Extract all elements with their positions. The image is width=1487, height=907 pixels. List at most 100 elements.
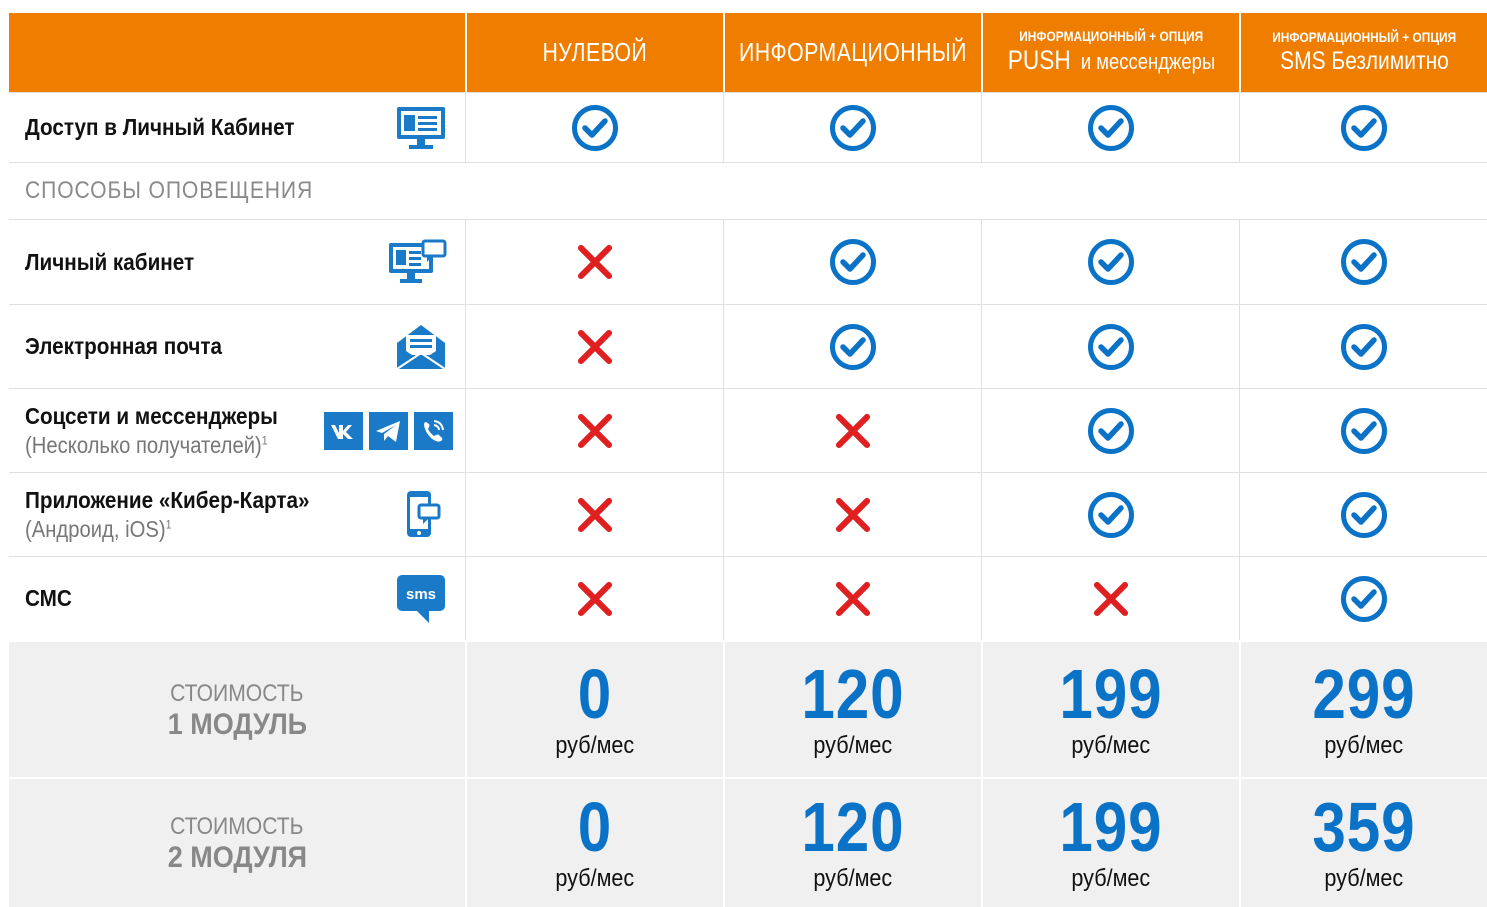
row-sms-cell (1239, 556, 1487, 640)
price-value: 120 (801, 654, 905, 733)
check-icon (1340, 575, 1387, 622)
comparison-table: НУЛЕВОЙ ИНФОРМАЦИОННЫЙ ИНФОРМАЦИОННЫЙ + … (9, 13, 1487, 907)
cross-icon (577, 413, 612, 448)
check-icon (1340, 239, 1387, 285)
sms-icon: sms (397, 574, 445, 623)
row-social-sublabel: (Несколько получателей) (25, 431, 262, 458)
header-col-push-title: PUSH (1007, 44, 1071, 75)
price-cell: 0 руб/мес (465, 777, 723, 907)
price-cell: 199 руб/мес (981, 640, 1239, 777)
price-value: 359 (1312, 788, 1416, 866)
cross-icon (577, 581, 612, 616)
check-icon (1087, 239, 1134, 285)
cross-icon (835, 581, 870, 616)
telegram-icon (369, 411, 408, 450)
row-social-label: Соцсети и мессенджеры (25, 402, 278, 429)
row-email-cell (465, 304, 723, 388)
row-app-cell (465, 472, 723, 556)
header-col-info: ИНФОРМАЦИОННЫЙ (723, 13, 981, 92)
row-cabinet-label-cell: Личный кабинет (9, 219, 465, 304)
row-cabinet-cell (981, 219, 1239, 304)
price-unit: руб/мес (555, 731, 635, 759)
row-access-label-cell: Доступ в Личный Кабинет (9, 92, 465, 162)
phone-chat-icon (407, 490, 441, 537)
cross-icon (835, 497, 870, 532)
price-cell: 199 руб/мес (981, 777, 1239, 907)
row-access-cell (465, 92, 723, 162)
price-unit: руб/мес (1071, 731, 1151, 759)
cross-icon (577, 497, 612, 532)
price-label-title: СТОИМОСТЬ (170, 813, 304, 840)
price-value: 120 (801, 788, 905, 866)
price-value: 0 (577, 654, 613, 733)
row-cabinet-cell (465, 219, 723, 304)
row-sms-label: СМС (25, 585, 72, 611)
check-icon (1087, 323, 1134, 370)
header-col-sms-title: SMS Безлимитно (1279, 46, 1449, 75)
row-app-cell (1239, 472, 1487, 556)
row-email-label: Электронная почта (25, 333, 223, 359)
row-email-label-cell: Электронная почта (9, 304, 465, 388)
cross-icon (577, 329, 612, 364)
price-unit: руб/мес (1071, 865, 1151, 892)
price-cell: 299 руб/мес (1239, 640, 1487, 777)
header-col-zero-title: НУЛЕВОЙ (542, 37, 648, 67)
price-value: 199 (1059, 788, 1163, 866)
row-cabinet-cell (1239, 219, 1487, 304)
cross-icon (835, 413, 870, 448)
footnote-marker: 1 (165, 516, 172, 531)
check-icon (1087, 491, 1134, 538)
price-value: 199 (1059, 654, 1163, 733)
row-access-cell (723, 92, 981, 162)
price-cell: 359 руб/мес (1239, 777, 1487, 907)
row-access-label: Доступ в Личный Кабинет (25, 114, 295, 140)
monitor-chat-icon (389, 239, 447, 283)
envelope-icon (396, 324, 446, 370)
row-sms-cell (723, 556, 981, 640)
row-cabinet-cell (723, 219, 981, 304)
price-unit: руб/мес (1324, 731, 1404, 759)
price-cell: 120 руб/мес (723, 640, 981, 777)
price-module2-label-cell: СТОИМОСТЬ 2 МОДУЛЯ (9, 777, 465, 907)
row-app-label: Приложение «Кибер-Карта» (25, 486, 310, 513)
header-col-zero: НУЛЕВОЙ (465, 13, 723, 92)
row-social-cell (1239, 388, 1487, 472)
header-col-push-tail: и мессенджеры (1080, 48, 1215, 74)
cross-icon (1093, 581, 1128, 616)
row-email-cell (723, 304, 981, 388)
check-icon (571, 104, 618, 151)
header-col-push-subtitle: ИНФОРМАЦИОННЫЙ + ОПЦИЯ (1019, 27, 1203, 44)
row-access-cell (981, 92, 1239, 162)
price-cell: 120 руб/мес (723, 777, 981, 907)
check-icon (1340, 407, 1387, 454)
row-app-cell (723, 472, 981, 556)
price-label-module: 2 МОДУЛЯ (167, 841, 307, 874)
monitor-id-card-icon (397, 106, 445, 149)
row-social-cell (723, 388, 981, 472)
row-cabinet-label: Личный кабинет (25, 248, 195, 275)
section-notification-methods: СПОСОБЫ ОПОВЕЩЕНИЯ (9, 162, 1487, 219)
price-unit: руб/мес (813, 865, 893, 892)
price-unit: руб/мес (555, 865, 635, 892)
price-label-title: СТОИМОСТЬ (170, 679, 304, 707)
cross-icon (577, 244, 612, 280)
row-sms-cell (465, 556, 723, 640)
header-col-push: ИНФОРМАЦИОННЫЙ + ОПЦИЯ PUSH и мессенджер… (981, 13, 1239, 92)
price-value: 0 (577, 788, 613, 866)
section-title: СПОСОБЫ ОПОВЕЩЕНИЯ (25, 177, 314, 204)
row-app-sublabel: (Андроид, iOS) (25, 515, 166, 542)
header-col-sms-subtitle: ИНФОРМАЦИОННЫЙ + ОПЦИЯ (1272, 28, 1456, 45)
header-col-sms: ИНФОРМАЦИОННЫЙ + ОПЦИЯ SMS Безлимитно (1239, 13, 1487, 92)
vk-icon (324, 411, 363, 450)
viber-icon (414, 411, 453, 450)
svg-text:sms: sms (406, 586, 436, 603)
row-email-cell (1239, 304, 1487, 388)
price-cell: 0 руб/мес (465, 640, 723, 777)
row-sms-label-cell: СМС sms (9, 556, 465, 640)
row-access-cell (1239, 92, 1487, 162)
row-email-cell (981, 304, 1239, 388)
check-icon (829, 323, 876, 370)
header-empty-cell (9, 13, 465, 92)
check-icon (1340, 323, 1387, 370)
check-icon (1087, 104, 1134, 151)
